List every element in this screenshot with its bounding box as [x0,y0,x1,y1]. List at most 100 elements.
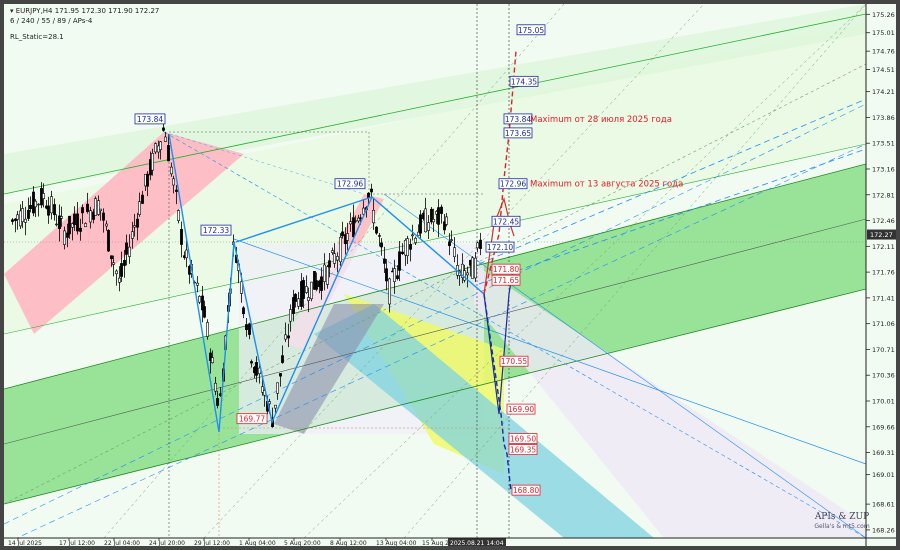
candle-body [180,229,183,245]
watermark-subtitle: Gella's & mt5.com [814,523,870,530]
candle-body [320,276,323,291]
indicator-params: 6 / 240 / 55 / 89 / APs-4 [10,17,93,25]
y-tick-label: 173.86 [872,114,895,122]
target-label: 172.10 [487,243,513,252]
candle-body [328,260,331,268]
candle-body [172,178,175,186]
candle-body [185,249,188,259]
candle-body [47,205,50,216]
candle-body [474,257,477,279]
candle-body [411,234,414,237]
candle-body [24,218,27,223]
candle-body [60,216,63,219]
candle-body [203,306,206,318]
target-label: 169.35 [510,446,536,455]
candle-body [471,257,474,279]
y-tick-label: 173.16 [872,165,895,173]
candle-body [346,233,349,241]
candle-body [331,250,334,253]
y-tick-label: 172.11 [872,243,895,251]
target-label: 168.80 [513,486,539,495]
candle-body [141,194,144,204]
collapse-triangle-icon[interactable]: ▾ [10,7,14,15]
y-tick-label: 171.76 [872,269,895,277]
candle-body [450,239,453,241]
y-tick-label: 170.36 [872,372,895,380]
candle-body [128,246,131,257]
candle-body [281,355,284,363]
symbol-ohlc: EURJPY,H4 171.95 172.30 171.90 172.27 [15,7,160,15]
candle-body [94,198,97,216]
candle-body [323,264,326,282]
candle-body [151,153,154,171]
pivot-label: 169.77 [239,415,265,424]
candle-body [305,286,308,293]
candle-body [55,223,58,226]
candle-body [372,209,375,224]
candle-body [211,357,214,364]
candle-body [307,297,310,301]
candle-body [110,255,113,260]
y-tick-label: 175.26 [872,11,895,19]
y-tick-label: 169.01 [872,471,895,479]
candle-body [437,207,440,225]
candle-body [255,362,258,376]
y-tick-label: 168.61 [872,501,895,509]
candle-body [86,203,89,212]
candle-body [380,242,383,248]
candle-body [349,221,352,225]
candle-body [297,298,300,307]
candle-body [206,322,209,337]
x-tick-label: 17 Jul 12:00 [59,540,95,546]
candle-body [419,214,422,234]
candle-body [424,208,427,233]
candle-body [274,404,277,409]
candle-body [112,262,115,265]
candle-body [118,277,121,283]
candle-body [284,334,287,340]
target-label: 173.84 [505,115,531,124]
candle-body [341,231,344,237]
target-label: 172.96 [500,180,526,189]
y-tick-label: 172.46 [872,217,895,225]
candle-body [102,212,105,221]
candle-body [479,239,482,249]
symbol-header: ▾ EURJPY,H4 171.95 172.30 171.90 172.27 [10,7,159,15]
candle-body [68,215,71,235]
candle-body [131,231,134,239]
candle-body [326,266,329,285]
candle-body [440,206,443,214]
maximum-annotation: Maximum от 13 августа 2025 года [530,180,683,190]
candle-body [414,237,417,243]
target-label: 175.05 [518,26,544,35]
x-tick-label: 5 Aug 20:00 [284,540,321,546]
target-label: 174.35 [511,77,537,86]
y-tick-label: 174.76 [872,48,895,56]
candle-body [385,268,388,282]
candle-body [359,217,362,219]
candle-body [196,282,199,286]
candle-body [453,247,456,258]
candle-body [34,200,37,208]
candle-body [27,209,30,219]
candle-body [393,268,396,282]
candle-body [170,166,173,175]
watermark-title: APIs & ZUP [814,512,869,522]
pivot-label: 172.33 [203,226,229,235]
price-chart[interactable]: 173.84 172.33 172.96 169.77 175.05 174.35 173.… [4,4,896,546]
current-price-label: 172.27 [870,231,893,239]
candle-body [84,223,87,228]
candle-body [354,220,357,222]
candle-body [315,280,318,290]
candle-body [123,259,126,266]
candle-body [396,275,399,279]
candle-body [136,218,139,228]
candle-body [167,145,170,162]
candle-body [409,244,412,250]
candle-body [216,398,219,406]
candle-body [16,214,19,220]
candle-body [388,278,391,305]
y-tick-label: 174.21 [872,88,895,96]
candle-body [401,251,404,254]
y-tick-label: 171.41 [872,294,895,302]
